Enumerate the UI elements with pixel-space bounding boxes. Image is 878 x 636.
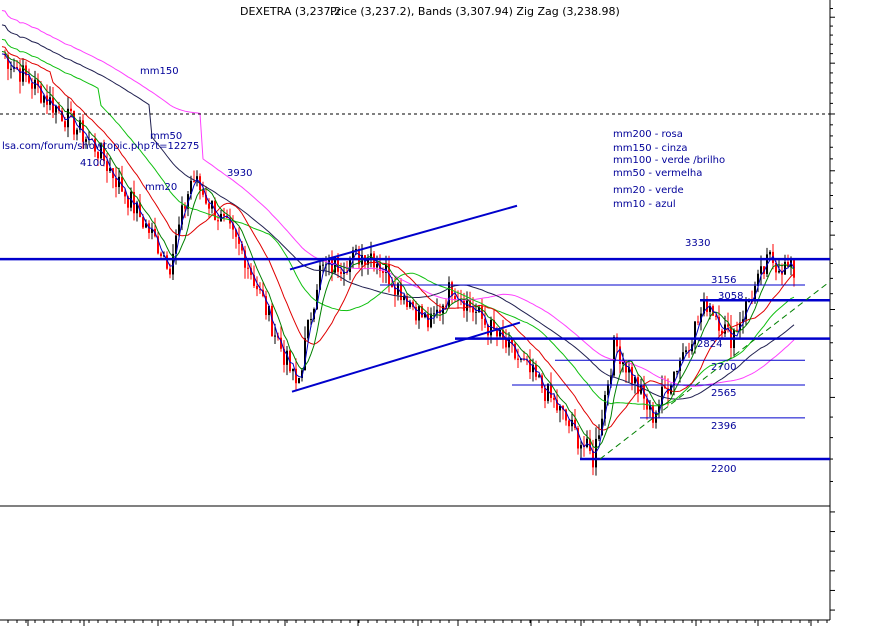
candle-body bbox=[595, 438, 597, 468]
candle-body bbox=[76, 129, 78, 135]
candle-body bbox=[778, 271, 780, 273]
candle-body bbox=[70, 108, 72, 112]
candle-body bbox=[580, 445, 582, 449]
candle-body bbox=[553, 397, 555, 400]
legend-mm20: mm20 - verde bbox=[613, 185, 684, 196]
candle-body bbox=[223, 213, 225, 217]
level-label-2824: 2824 bbox=[697, 339, 722, 350]
candle-body bbox=[274, 335, 276, 337]
candle-body bbox=[217, 220, 219, 222]
level-label-4100: 4100 bbox=[80, 158, 105, 169]
candle-body bbox=[298, 377, 300, 384]
candle-body bbox=[448, 282, 450, 308]
candle-body bbox=[31, 82, 33, 89]
legend-mm150: mm150 - cinza bbox=[613, 143, 688, 154]
candle-body bbox=[676, 370, 678, 372]
candle-body bbox=[466, 300, 468, 311]
candle-body bbox=[19, 68, 21, 82]
candle-body bbox=[340, 271, 342, 274]
candle-body bbox=[307, 319, 309, 339]
candle-body bbox=[202, 190, 204, 195]
level-label-3156: 3156 bbox=[711, 275, 736, 286]
candle-body bbox=[10, 68, 12, 70]
candle-body bbox=[169, 268, 171, 275]
candle-body bbox=[568, 420, 570, 427]
candle-body bbox=[697, 321, 699, 323]
level-label-2565: 2565 bbox=[711, 388, 736, 399]
candle-body bbox=[760, 266, 762, 274]
candle-body bbox=[106, 161, 108, 171]
level-label-2200: 2200 bbox=[711, 464, 736, 475]
legend-mm10: mm10 - azul bbox=[613, 199, 676, 210]
candle-body bbox=[292, 368, 294, 372]
legend-mm50: mm50 - vermelha bbox=[613, 168, 702, 179]
candle-body bbox=[607, 384, 609, 395]
candle-body bbox=[517, 358, 519, 360]
candle-body bbox=[505, 338, 507, 348]
candle-body bbox=[208, 203, 210, 209]
candle-body bbox=[490, 320, 492, 336]
candle-body bbox=[427, 313, 429, 328]
candle-body bbox=[433, 313, 435, 315]
chart-title: DEXETRA (3,237.2 bbox=[240, 5, 341, 18]
candle-body bbox=[538, 375, 540, 377]
ma-label-mm150: mm150 bbox=[140, 66, 179, 77]
candle-body bbox=[727, 324, 729, 327]
candle-body bbox=[193, 180, 195, 182]
candle-body bbox=[322, 264, 324, 266]
candle-body bbox=[115, 178, 117, 188]
candle-body bbox=[310, 319, 312, 321]
candle-body bbox=[160, 253, 162, 257]
candle-body bbox=[418, 306, 420, 321]
chart: DEXETRA (3,237.2 Price (3,237.2), Bands … bbox=[0, 0, 878, 636]
level-label-2700: 2700 bbox=[711, 362, 736, 373]
legend-mm200: mm200 - rosa bbox=[613, 129, 683, 140]
legend-mm100: mm100 - verde /brilho bbox=[613, 155, 725, 166]
level-label-2396: 2396 bbox=[711, 421, 736, 432]
candle-body bbox=[544, 388, 546, 401]
candle-body bbox=[529, 359, 531, 373]
level-label-3058: 3058 bbox=[718, 291, 743, 302]
candle-body bbox=[598, 435, 600, 439]
level-label-3330: 3330 bbox=[685, 238, 710, 249]
candle-body bbox=[736, 329, 738, 331]
candle-body bbox=[142, 217, 144, 228]
candle-body bbox=[475, 311, 477, 313]
candle-body bbox=[586, 438, 588, 448]
candle-body bbox=[64, 121, 66, 128]
ma-label-mm20: mm20 bbox=[145, 182, 177, 193]
candle-body bbox=[73, 111, 75, 135]
level-label-3930: 3930 bbox=[227, 168, 252, 179]
candle-body bbox=[769, 251, 771, 255]
url-text[interactable]: lsa.com/forum/showtopic.php?t=12275 bbox=[2, 141, 199, 152]
candle-body bbox=[730, 326, 732, 349]
candle-body bbox=[256, 285, 258, 290]
candle-body bbox=[685, 350, 687, 353]
candle-body bbox=[247, 267, 249, 269]
ma-label-mm50: mm50 bbox=[150, 131, 182, 142]
chart-title-overlap: Price (3,237.2), Bands (3,307.94) Zig Za… bbox=[330, 5, 620, 18]
candle-body bbox=[652, 405, 654, 423]
candle-body bbox=[376, 264, 378, 268]
